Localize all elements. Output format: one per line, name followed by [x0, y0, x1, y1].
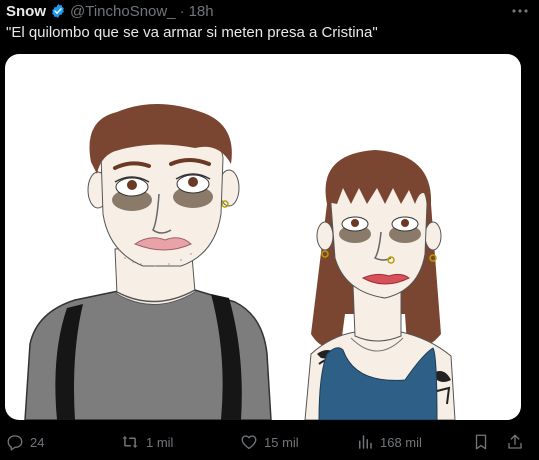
like-button[interactable]: 15 mil — [240, 433, 299, 451]
tweet-text: "El quilombo que se va armar si meten pr… — [6, 24, 378, 41]
woman-illustration — [304, 150, 456, 420]
more-options-icon[interactable] — [509, 4, 531, 18]
views-icon — [356, 433, 374, 451]
reply-icon — [6, 433, 24, 451]
bookmark-icon[interactable] — [472, 433, 490, 456]
like-icon — [240, 433, 258, 451]
views-count: 168 mil — [380, 434, 422, 450]
repost-count: 1 mil — [146, 434, 174, 450]
reply-count: 24 — [30, 434, 45, 450]
views-button[interactable]: 168 mil — [356, 433, 422, 451]
share-icon[interactable] — [506, 433, 524, 456]
separator: · — [179, 2, 185, 20]
repost-icon — [120, 433, 140, 451]
tweet-image[interactable] — [5, 54, 521, 420]
man-illustration — [24, 104, 272, 420]
reply-button[interactable]: 24 — [6, 433, 44, 451]
verified-badge-icon — [50, 3, 66, 19]
like-count: 15 mil — [264, 434, 299, 450]
action-bar: 24 1 mil 15 mil 168 mil — [0, 433, 539, 455]
handle[interactable]: @TinchoSnow_ — [70, 3, 176, 20]
display-name[interactable]: Snow — [6, 3, 46, 20]
repost-button[interactable]: 1 mil — [120, 433, 173, 451]
tweet-header: Snow @TinchoSnow_ · 18h — [6, 2, 214, 20]
timestamp[interactable]: 18h — [189, 3, 214, 20]
